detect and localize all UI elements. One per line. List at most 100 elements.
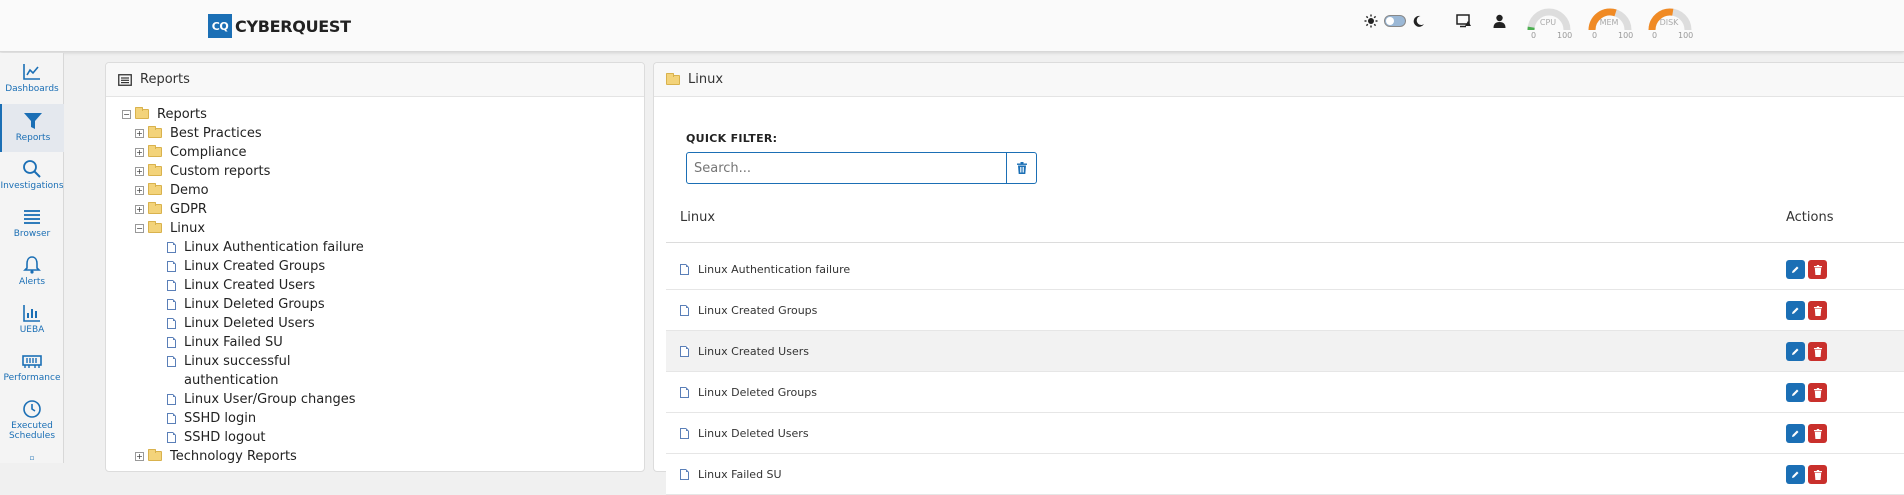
edit-button[interactable] (1786, 342, 1805, 361)
tree-leaf-report[interactable]: Linux User/Group changes (167, 390, 356, 408)
folder-icon (148, 145, 162, 157)
file-icon (167, 317, 176, 329)
tree-node-best-practices[interactable]: + Best Practices (135, 124, 262, 142)
report-name[interactable]: Linux Failed SU (698, 468, 782, 481)
tree-node-technology-reports[interactable]: + Technology Reports (135, 447, 297, 465)
sidebar: Dashboards Reports Investigations Browse… (0, 53, 64, 463)
file-icon (680, 468, 689, 480)
tree-leaf-report[interactable]: SSHD logout (167, 428, 266, 446)
expand-icon[interactable]: + (135, 166, 144, 176)
column-header-name[interactable]: Linux (680, 210, 715, 225)
tree-node-demo[interactable]: + Demo (135, 181, 209, 199)
tree-leaf-report[interactable]: Linux Created Groups (167, 257, 325, 275)
sidebar-item-browser[interactable]: Browser (0, 200, 64, 248)
sidebar-item-label: Alerts (18, 277, 46, 287)
file-icon (167, 355, 176, 367)
edit-button[interactable] (1786, 383, 1805, 402)
sidebar-item-ueba[interactable]: UEBA (0, 296, 64, 344)
clear-filter-button[interactable] (1006, 152, 1037, 184)
app-logo[interactable]: CQ CYBERQUEST (208, 14, 351, 38)
tree-leaf-report[interactable]: Linux Deleted Groups (167, 295, 325, 313)
tree-node-label: Best Practices (170, 125, 262, 141)
expand-icon[interactable]: + (135, 128, 144, 138)
search-icon (23, 160, 41, 178)
table-row[interactable]: Linux Failed SU (666, 454, 1904, 495)
tree-node-gdpr[interactable]: + GDPR (135, 200, 207, 218)
expand-icon[interactable]: + (135, 147, 144, 157)
tree-node-custom-reports[interactable]: + Custom reports (135, 162, 270, 180)
user-icon (1493, 14, 1506, 28)
collapse-icon[interactable]: − (135, 223, 144, 233)
sidebar-item-investigations[interactable]: Investigations (0, 152, 64, 200)
expand-icon[interactable]: + (135, 185, 144, 195)
quick-filter-label: QUICK FILTER: (686, 132, 778, 145)
table-row[interactable]: Linux Deleted Groups (666, 372, 1904, 413)
sidebar-item-reports[interactable]: Reports (0, 104, 64, 152)
table-row[interactable]: Linux Authentication failure (666, 249, 1904, 290)
report-name[interactable]: Linux Deleted Groups (698, 386, 817, 399)
edit-button[interactable] (1786, 301, 1805, 320)
report-name[interactable]: Linux Authentication failure (698, 263, 850, 276)
delete-button[interactable] (1808, 383, 1827, 402)
moon-icon (1413, 15, 1424, 27)
table-row[interactable]: Linux Created Users (666, 331, 1904, 372)
sun-icon (1364, 14, 1378, 28)
edit-icon (1792, 307, 1799, 314)
edit-button[interactable] (1786, 465, 1805, 484)
tree-leaf-report[interactable]: Linux successful (167, 352, 290, 370)
delete-button[interactable] (1808, 342, 1827, 361)
tree-leaf-label-wrap[interactable]: authentication (184, 371, 279, 389)
collapse-icon[interactable]: − (122, 109, 131, 119)
delete-button[interactable] (1808, 465, 1827, 484)
edit-button[interactable] (1786, 260, 1805, 279)
delete-button[interactable] (1808, 301, 1827, 320)
tree-leaf-label: authentication (184, 372, 279, 388)
monitor-alert-button[interactable] (1456, 14, 1472, 28)
quick-filter-input[interactable] (686, 152, 1007, 184)
tree-leaf-report[interactable]: Linux Authentication failure (167, 238, 364, 256)
tree-leaf-report[interactable]: SSHD login (167, 409, 256, 427)
mem-gauge-max: 100 (1618, 31, 1634, 40)
sidebar-item-performance[interactable]: Performance (0, 344, 64, 392)
expand-icon[interactable]: + (135, 451, 144, 461)
sidebar-item-executed-schedules[interactable]: Executed Schedules (0, 392, 64, 452)
mem-gauge-label: MEM (1599, 18, 1619, 27)
sidebar-item-dashboards[interactable]: Dashboards (0, 55, 64, 103)
table-row[interactable]: Linux Deleted Users (666, 413, 1904, 454)
tree-leaf-label: Linux Deleted Users (184, 315, 315, 331)
tree-node-label: Linux (170, 220, 206, 236)
cpu-gauge-max: 100 (1557, 31, 1573, 40)
sidebar-item-more[interactable] (0, 452, 64, 463)
list-icon (24, 210, 40, 224)
table-header: Linux Actions (666, 193, 1904, 243)
edit-button[interactable] (1786, 424, 1805, 443)
toolbox-icon (30, 456, 34, 460)
trash-icon (1813, 305, 1822, 316)
column-header-actions: Actions (1786, 210, 1834, 225)
delete-button[interactable] (1808, 424, 1827, 443)
edit-icon (1792, 389, 1799, 396)
user-menu-button[interactable] (1493, 14, 1506, 28)
sidebar-item-label: Performance (3, 373, 61, 383)
tree-leaf-report[interactable]: Linux Created Users (167, 276, 315, 294)
tree-node-compliance[interactable]: + Compliance (135, 143, 247, 161)
tree-leaf-report[interactable]: Linux Failed SU (167, 333, 283, 351)
theme-toggle[interactable] (1384, 15, 1406, 27)
expand-icon[interactable]: + (135, 204, 144, 214)
report-name[interactable]: Linux Created Groups (698, 304, 817, 317)
folder-icon (148, 449, 162, 461)
tree-node-reports-root[interactable]: − Reports (122, 105, 207, 123)
sidebar-item-alerts[interactable]: Alerts (0, 248, 64, 296)
report-name[interactable]: Linux Created Users (698, 345, 809, 358)
table-row[interactable]: Linux Created Groups (666, 290, 1904, 331)
chart-line-icon (23, 64, 40, 80)
trash-icon (1813, 387, 1822, 398)
clock-icon (23, 400, 41, 418)
file-icon (167, 260, 176, 272)
delete-button[interactable] (1808, 260, 1827, 279)
tree-node-linux[interactable]: − Linux (135, 219, 205, 237)
report-name[interactable]: Linux Deleted Users (698, 427, 809, 440)
tree-leaf-label: Linux Failed SU (184, 334, 283, 350)
tree-leaf-report[interactable]: Linux Deleted Users (167, 314, 315, 332)
folder-open-icon (148, 221, 162, 233)
